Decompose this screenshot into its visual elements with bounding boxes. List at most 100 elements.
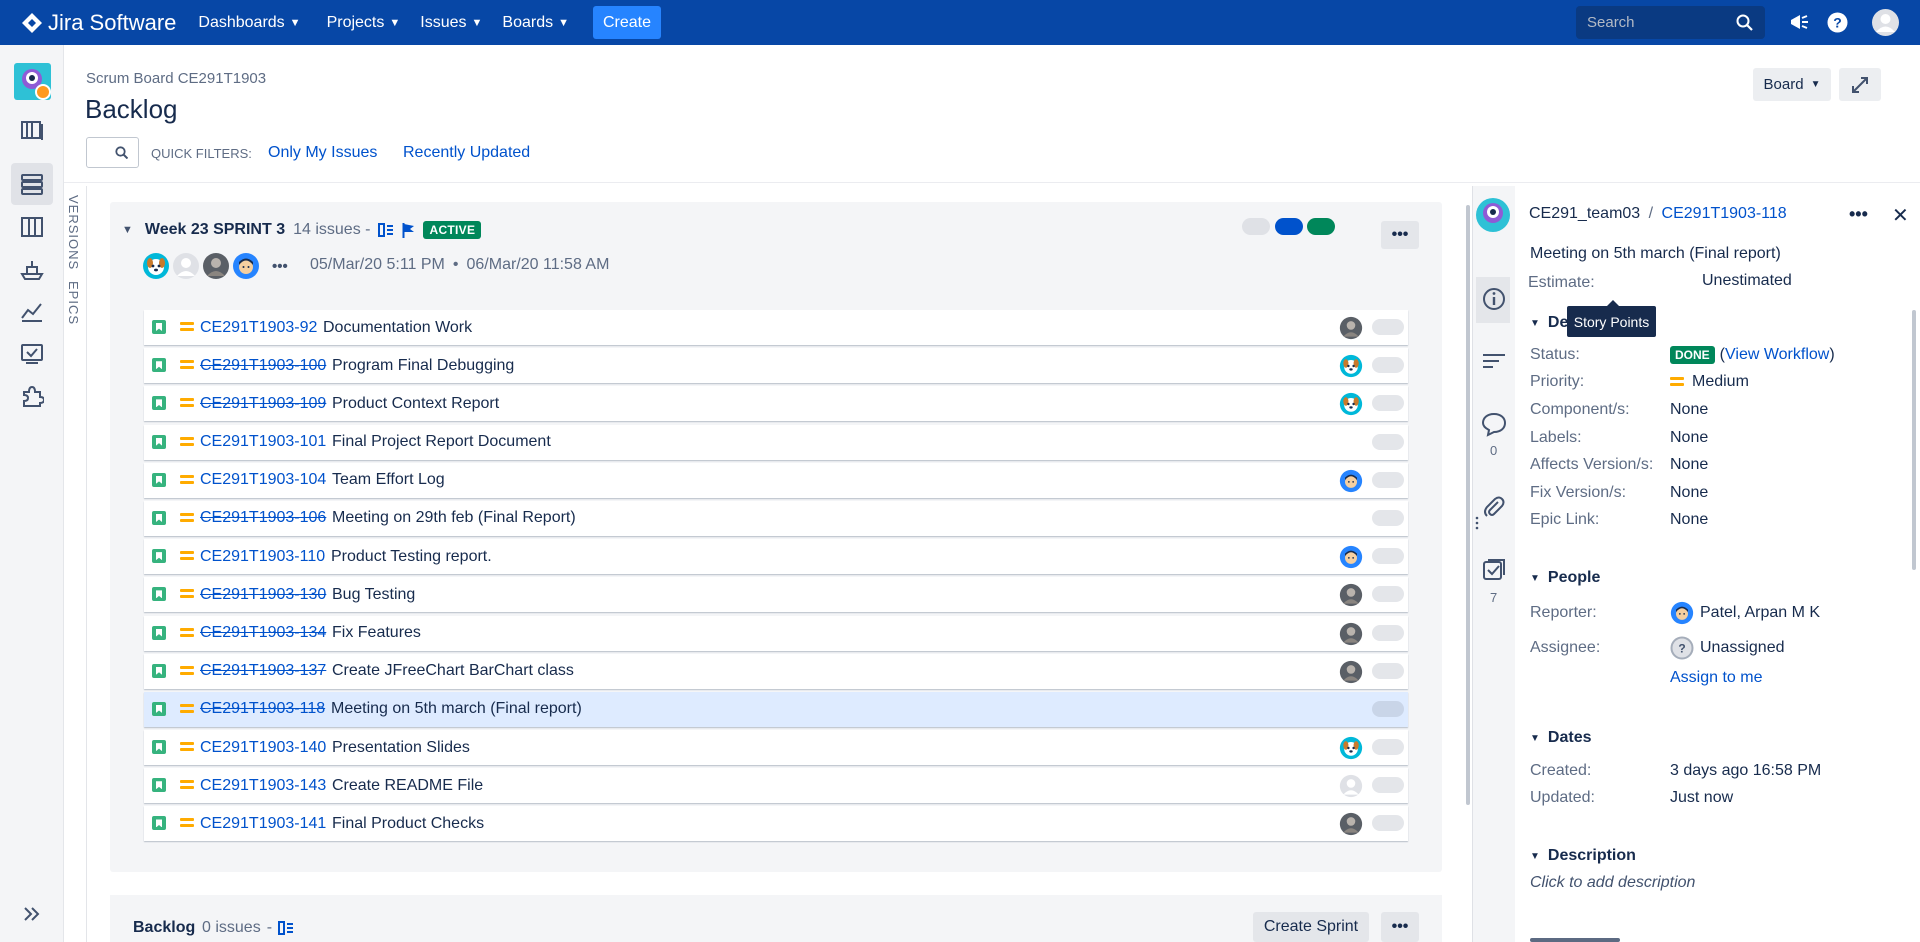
avatar-dog[interactable] <box>1339 736 1363 760</box>
story-points-badge[interactable] <box>1372 662 1404 679</box>
avatar-photo[interactable] <box>1339 583 1363 607</box>
search-input[interactable]: Search <box>1576 6 1765 39</box>
detail-scrollbar[interactable] <box>1912 310 1916 570</box>
dates-section-header[interactable]: ▼ Dates <box>1530 729 1591 747</box>
detail-issue-key-link[interactable]: CE291T1903-118 <box>1662 205 1787 222</box>
issue-row[interactable]: CE291T1903-137 Create JFreeChart BarChart… <box>144 653 1408 689</box>
reporter-value[interactable]: Patel, Arpan M K <box>1670 601 1820 625</box>
issue-key-link[interactable]: CE291T1903-130 <box>200 586 326 604</box>
issue-key-link[interactable]: CE291T1903-100 <box>200 357 326 375</box>
story-points-badge[interactable] <box>1372 357 1404 374</box>
versions-tab[interactable]: VERSIONS <box>66 195 81 270</box>
subtasks-icon[interactable] <box>1480 556 1508 584</box>
issue-row[interactable]: CE291T1903-143 Create README File <box>144 768 1408 804</box>
more-assignees-button[interactable]: ••• <box>272 258 288 275</box>
issue-key-link[interactable]: CE291T1903-118 <box>200 700 325 718</box>
avatar-man[interactable] <box>1339 545 1363 569</box>
project-avatar[interactable] <box>1476 198 1510 232</box>
issue-row[interactable]: CE291T1903-110 Product Testing report. <box>144 539 1408 575</box>
assign-to-me-link[interactable]: Assign to me <box>1670 669 1762 687</box>
story-points-badge[interactable] <box>1372 739 1404 756</box>
issue-key-link[interactable]: CE291T1903-92 <box>200 319 317 337</box>
issue-row[interactable]: CE291T1903-92 Documentation Work <box>144 310 1408 345</box>
roadmap-icon[interactable] <box>20 118 44 142</box>
view-workflow-link[interactable]: View Workflow <box>1725 346 1829 363</box>
issue-key-link[interactable]: CE291T1903-137 <box>200 662 326 680</box>
issue-key-link[interactable]: CE291T1903-110 <box>200 548 325 566</box>
avatar-photo[interactable] <box>1339 316 1363 340</box>
chevron-down-icon[interactable]: ▼ <box>122 224 133 236</box>
avatar-dog[interactable] <box>1339 354 1363 378</box>
breadcrumb[interactable]: Scrum Board CE291T1903 <box>86 70 266 87</box>
issue-row[interactable]: CE291T1903-101 Final Project Report Docum… <box>144 424 1408 460</box>
issue-key-link[interactable]: CE291T1903-104 <box>200 471 326 489</box>
detail-more-button[interactable]: ••• <box>1849 204 1868 225</box>
story-points-badge[interactable] <box>1372 319 1404 335</box>
board-view-icon[interactable] <box>378 223 394 237</box>
estimate-value[interactable]: Unestimated <box>1702 272 1792 290</box>
close-icon[interactable]: ✕ <box>1892 203 1909 228</box>
issue-key-link[interactable]: CE291T1903-141 <box>200 815 326 833</box>
nav-dashboards[interactable]: Dashboards ▼ <box>198 14 300 32</box>
field-value[interactable]: None <box>1670 484 1708 502</box>
issue-row[interactable]: CE291T1903-118 Meeting on 5th march (Fina… <box>144 691 1408 727</box>
issue-row[interactable]: CE291T1903-140 Presentation Slides <box>144 730 1408 766</box>
status-badge[interactable]: DONE <box>1670 346 1715 364</box>
issue-key-link[interactable]: CE291T1903-143 <box>200 777 326 795</box>
avatar-photo[interactable] <box>1339 812 1363 836</box>
backlog-more-button[interactable]: ••• <box>1381 912 1419 942</box>
project-avatar[interactable] <box>14 63 51 100</box>
issue-key-link[interactable]: CE291T1903-140 <box>200 739 326 757</box>
story-points-badge[interactable] <box>1372 700 1404 717</box>
attachment-icon[interactable] <box>1480 494 1508 522</box>
avatar-photo[interactable] <box>1339 660 1363 684</box>
board-menu-button[interactable]: Board ▼ <box>1753 68 1831 101</box>
notifications-icon[interactable] <box>1788 11 1810 33</box>
details-section-header[interactable]: ▼ De <box>1530 314 1568 332</box>
board-view-icon[interactable] <box>278 921 294 935</box>
sprint-goal-flag-icon[interactable] <box>402 222 415 238</box>
backlog-scrollbar[interactable] <box>1466 205 1470 805</box>
issue-key-link[interactable]: CE291T1903-106 <box>200 509 326 527</box>
issues-icon[interactable] <box>20 342 44 366</box>
description-section-header[interactable]: ▼ Description <box>1530 847 1636 865</box>
filter-recently-updated[interactable]: Recently Updated <box>403 144 530 162</box>
field-value[interactable]: None <box>1670 401 1708 419</box>
avatar-dog[interactable] <box>1339 392 1363 416</box>
issue-row[interactable]: CE291T1903-130 Bug Testing <box>144 577 1408 613</box>
story-points-badge[interactable] <box>1372 777 1404 794</box>
assignee-value[interactable]: ? Unassigned <box>1670 636 1785 660</box>
issue-key-link[interactable]: CE291T1903-109 <box>200 395 326 413</box>
avatar-photo[interactable] <box>202 252 230 280</box>
quick-filter-search-input[interactable] <box>86 137 139 168</box>
avatar-photo[interactable] <box>1339 622 1363 646</box>
story-points-badge[interactable] <box>1372 815 1404 832</box>
issue-row[interactable]: CE291T1903-109 Product Context Report <box>144 386 1408 422</box>
nav-issues[interactable]: Issues ▼ <box>420 14 482 32</box>
avatar-man[interactable] <box>1339 469 1363 493</box>
avatar-default[interactable] <box>172 252 200 280</box>
avatar-dog[interactable] <box>142 252 170 280</box>
backlog-icon[interactable] <box>20 172 44 196</box>
create-button[interactable]: Create <box>592 6 662 39</box>
avatar-default[interactable] <box>1339 774 1363 798</box>
active-sprints-icon[interactable] <box>20 215 44 239</box>
filter-only-my-issues[interactable]: Only My Issues <box>268 144 377 162</box>
releases-icon[interactable] <box>20 258 44 282</box>
story-points-badge[interactable] <box>1372 624 1404 641</box>
story-points-badge[interactable] <box>1372 548 1404 565</box>
description-placeholder[interactable]: Click to add description <box>1530 874 1695 892</box>
nav-projects[interactable]: Projects ▼ <box>327 14 401 32</box>
story-points-badge[interactable] <box>1372 509 1404 526</box>
issue-row[interactable]: CE291T1903-141 Final Product Checks <box>144 806 1408 842</box>
story-points-badge[interactable] <box>1372 471 1404 488</box>
issue-row[interactable]: CE291T1903-134 Fix Features <box>144 615 1408 651</box>
avatar-man[interactable] <box>232 252 260 280</box>
resize-handle-icon[interactable] <box>1474 515 1480 531</box>
issue-key-link[interactable]: CE291T1903-101 <box>200 433 326 451</box>
detail-summary[interactable]: Meeting on 5th march (Final report) <box>1530 245 1781 263</box>
issue-row[interactable]: CE291T1903-104 Team Effort Log <box>144 462 1408 498</box>
profile-avatar[interactable] <box>1872 9 1899 36</box>
field-value[interactable]: None <box>1670 511 1708 529</box>
story-points-badge[interactable] <box>1372 586 1404 603</box>
